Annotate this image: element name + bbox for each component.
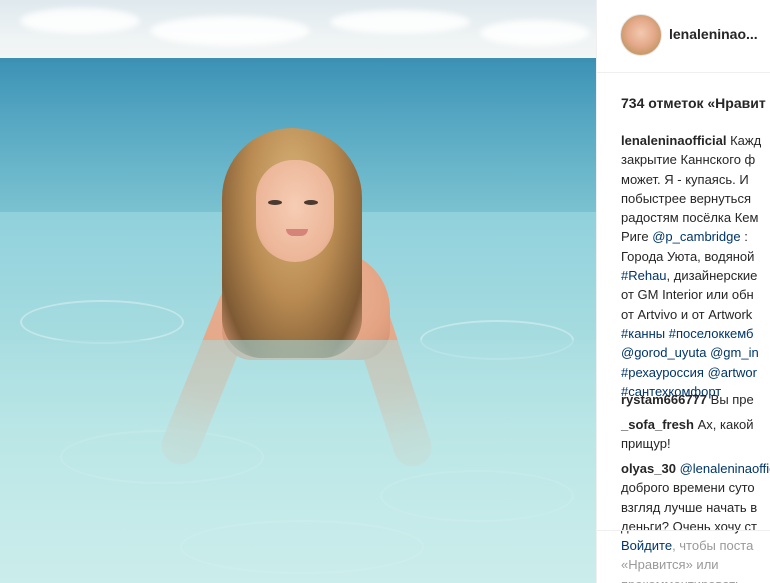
caption-line: может. Я - купаясь. И [621, 171, 749, 187]
comment-line: деньги? Очень хочу ст [621, 518, 757, 534]
cloud [480, 20, 590, 46]
caption-line: закрытие Каннского ф [621, 152, 756, 168]
comment-text: Вы пре [707, 392, 754, 407]
comment-line: _sofa_fresh Ах, какой [621, 415, 770, 434]
ripple [20, 300, 184, 344]
comment-username[interactable]: olyas_30 [621, 461, 676, 476]
cloud [330, 10, 470, 34]
login-line: Войдите, чтобы поста [621, 536, 770, 555]
login-link[interactable]: Войдите [621, 538, 672, 553]
caption-line: радостям посёлка Кем [621, 210, 759, 226]
mention-link[interactable]: @lenaleninaofficial [680, 461, 770, 476]
caption-line: Города Уюта, водяной [621, 248, 755, 264]
hashtag-link[interactable]: #канны #поселоккемб [621, 324, 770, 343]
cloud [20, 8, 140, 34]
comment: olyas_30 @lenaleninaofficial доброго вре… [621, 459, 770, 536]
caption-text: Кажд [730, 133, 762, 148]
divider [597, 530, 770, 531]
comment-text: Ах, какой [693, 417, 754, 432]
caption-line: от GM Interior или обн [621, 287, 754, 303]
post-header: lenaleninao... [597, 0, 770, 73]
caption-text: , дизайнерские [666, 268, 758, 284]
caption: lenaleninaofficial Кажд закрытие Каннско… [621, 131, 770, 401]
caption-text: Риге [621, 229, 653, 245]
login-text: , чтобы поста [672, 538, 754, 553]
post-photo[interactable] [0, 0, 596, 583]
hashtag-link[interactable]: #Rehau [621, 268, 667, 283]
caption-username[interactable]: lenaleninaofficial [621, 133, 726, 148]
post-sidebar: lenaleninao... 734 отметок «Нравит lenal… [596, 0, 770, 583]
caption-line: #рехауроссия @artwor [621, 363, 770, 382]
mention-link[interactable]: @p_cambridge [652, 229, 740, 244]
caption-line: lenaleninaofficial Кажд [621, 131, 770, 150]
comment-line: доброго времени суто [621, 480, 755, 496]
face [256, 160, 334, 262]
login-line: «Нравится» или [621, 557, 719, 573]
login-line: прокомментировать [621, 575, 770, 583]
username-link[interactable]: lenaleninao... [669, 26, 758, 42]
avatar[interactable] [620, 14, 662, 56]
likes-count[interactable]: 734 отметок «Нравит [621, 95, 766, 111]
comment-line: rystam666777 Вы пре [621, 390, 770, 409]
hashtag-link[interactable]: #рехауроссия [621, 365, 704, 380]
comment-username[interactable]: rystam666777 [621, 392, 707, 407]
mention-link[interactable]: @artwor [704, 365, 757, 380]
sky [0, 0, 596, 60]
right-eye [304, 200, 318, 205]
comment-line: olyas_30 @lenaleninaofficial [621, 459, 770, 478]
caption-text: : [740, 229, 748, 245]
mention-link[interactable]: @gorod_uyuta @gm_in [621, 343, 770, 362]
mouth [286, 229, 308, 236]
comment-line: прищур! [621, 436, 671, 452]
left-eye [268, 200, 282, 205]
water-surface [0, 340, 596, 583]
comment-line: взгляд лучше начать в [621, 499, 758, 515]
cloud [150, 16, 310, 46]
caption-line: побыстрее вернуться [621, 190, 751, 206]
comment: rystam666777 Вы пре [621, 390, 770, 409]
caption-line: Риге @p_cambridge : [621, 227, 770, 246]
login-prompt: Войдите, чтобы поста «Нравится» или прок… [621, 536, 770, 583]
caption-line: #Rehau, дизайнерские [621, 266, 770, 285]
caption-line: от Artvivo и от Artwork [621, 306, 753, 322]
comment-username[interactable]: _sofa_fresh [621, 417, 694, 432]
comment: _sofa_fresh Ах, какой прищур! [621, 415, 770, 454]
